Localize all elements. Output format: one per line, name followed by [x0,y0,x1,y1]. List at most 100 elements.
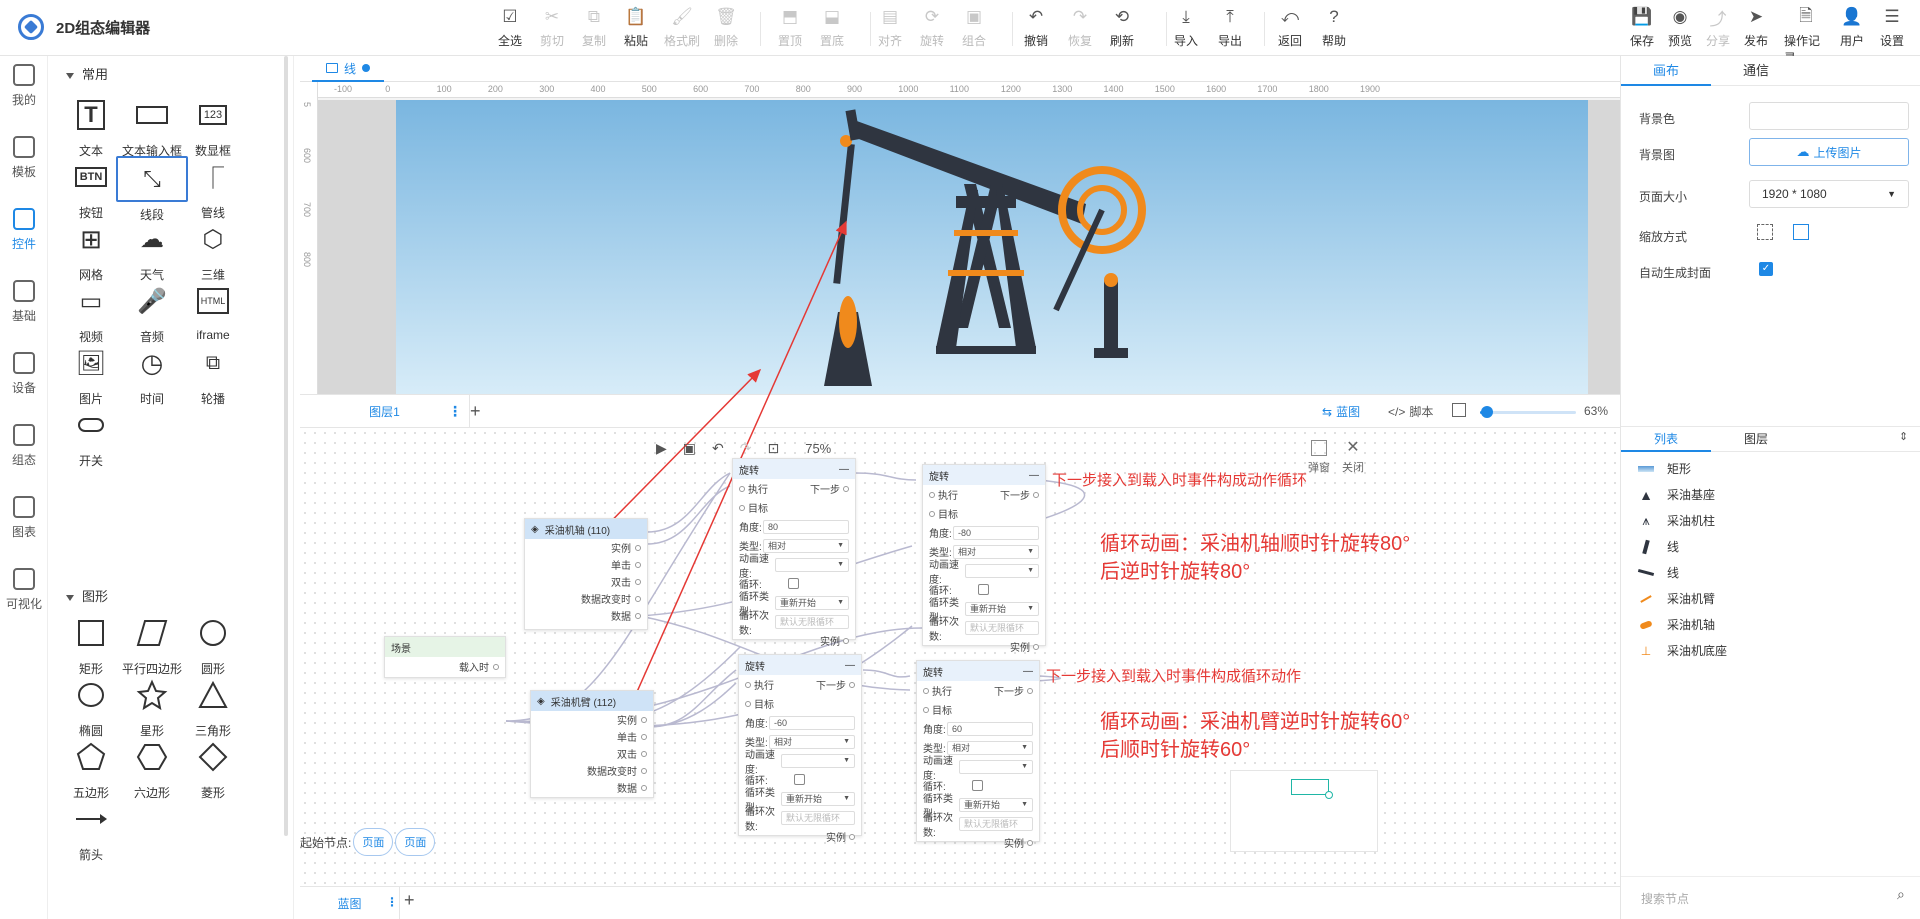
collapse-icon[interactable]: — [1029,470,1039,481]
instance-pin[interactable] [849,833,855,840]
nav-item-0[interactable]: 我的 [0,64,48,108]
loop-type-select[interactable]: 重新开始 ▼ [775,595,849,610]
toolbar-rotate-button[interactable]: ⟳ 旋转 [912,6,952,49]
page-size-select[interactable]: 1920 * 1080 ▼ [1749,180,1909,208]
toolbar-send-bottom-button[interactable]: ⬓ 置底 [812,6,852,49]
toolbar-settings-button[interactable]: ☰ 设置 [1870,6,1914,49]
angle-input[interactable]: -60 [769,715,855,730]
speed-select[interactable]: ▼ [775,557,849,572]
toolbar-copy-button[interactable]: ⧉ 复制 [574,6,614,49]
next-pin[interactable] [843,485,849,492]
target-pin[interactable] [929,510,935,517]
collapse-icon[interactable]: — [1023,666,1033,677]
target-pin[interactable] [745,700,751,707]
type-select[interactable]: 相对 ▼ [953,544,1039,559]
instance-pin[interactable] [1033,643,1039,650]
undo-blueprint-icon[interactable]: ↶ [712,440,724,457]
toolbar-back-button[interactable]: ⤺ 返回 [1270,6,1310,49]
nav-item-2[interactable]: 控件 [0,208,48,252]
toolbar-cut-button[interactable]: ✂ 剪切 [532,6,572,49]
rotate-node-2[interactable]: 旋转 — 执行 下一步 目标 角度: -80 类型: 相对 ▼ 动画速度: ▼ 循环: 循环类型: 重新开始… [922,464,1046,654]
loop-type-select[interactable]: 重新开始 ▼ [965,601,1039,616]
toolbar-help-button[interactable]: ? 帮助 [1314,6,1354,49]
add-blueprint-icon[interactable]: + [404,890,415,911]
output-pin[interactable] [641,784,647,791]
nav-item-7[interactable]: 可视化 [0,568,48,612]
toolbar-undo-button[interactable]: ↶ 撤销 [1016,6,1056,49]
toolbar-group-button[interactable]: ▣ 组合 [954,6,994,49]
output-pin[interactable] [635,578,641,585]
loop-checkbox[interactable] [971,780,983,791]
toolbar-user-button[interactable]: 👤 用户 [1830,6,1874,49]
output-pin[interactable] [635,544,641,551]
node-list-item[interactable]: 采油机臂 [1637,590,1715,607]
tab-canvas[interactable]: 线 [312,56,385,82]
component-switch[interactable]: 开关 [55,404,127,469]
node-list-item[interactable]: 矩形 [1637,460,1691,477]
output-pin[interactable] [641,733,647,740]
node-list-item[interactable]: 采油机轴 [1637,616,1715,633]
next-pin[interactable] [1033,491,1039,498]
node-list-item[interactable]: 线 [1637,538,1679,555]
next-pin[interactable] [1027,687,1033,694]
object-node-axis[interactable]: ◈ 采油机轴 (110) 实例 单击 双击 数据改变时 数据 [524,518,648,630]
loop-type-select[interactable]: 重新开始 ▼ [781,791,855,806]
loop-count-input[interactable]: 默认无限循环 [959,816,1033,831]
shape-diamond[interactable]: 菱形 [177,736,249,801]
loop-count-input[interactable]: 默认无限循环 [781,810,855,825]
sort-icon[interactable]: ⇕ [1899,430,1908,443]
shape-triangle[interactable]: 三角形 [177,674,249,739]
start-pill-1[interactable]: 页面 [353,828,394,856]
output-pin[interactable] [635,612,641,619]
rotate-node-3[interactable]: 旋转 — 执行 下一步 目标 角度: -60 类型: 相对 ▼ 动画速度: ▼ 循环: 循环类型: 重新开始… [738,654,862,844]
toolbar-format-brush-button[interactable]: 🖌 格式刷 [662,6,702,49]
loop-count-input[interactable]: 默认无限循环 [775,614,849,629]
save-blueprint-icon[interactable]: ▣ [683,440,696,457]
rotate-node-1[interactable]: 旋转 — 执行 下一步 目标 角度: 80 类型: 相对 ▼ 动画速度: ▼ 循环: 循环类型: 重新开始 ▼… [732,458,856,648]
component-iframe[interactable]: HTML iframe [177,280,249,342]
output-pin[interactable] [641,716,647,723]
section-shapes[interactable]: 图形 [66,586,108,605]
collapse-icon[interactable]: — [839,464,849,475]
speed-select[interactable]: ▼ [965,563,1039,578]
toolbar-import-button[interactable]: ⤓ 导入 [1166,6,1206,49]
output-pin[interactable] [641,767,647,774]
exec-pin[interactable] [923,687,929,694]
section-common[interactable]: 常用 [66,64,108,83]
toolbar-redo-button[interactable]: ↷ 恢复 [1060,6,1100,49]
scale-fit-icon[interactable] [1757,224,1773,240]
component-number-display[interactable]: 123 数显框 [177,94,249,159]
angle-input[interactable]: 60 [947,721,1033,736]
speed-select[interactable]: ▼ [781,753,855,768]
target-pin[interactable] [923,706,929,713]
blueprint-editor[interactable]: ▶ ▣ ↶ ↷ ⊡ 75% 弹窗 ✕ 关闭 场景 载入时 ◈ 采油机轴 (110) … [300,220,1620,886]
speed-select[interactable]: ▼ [959,759,1033,774]
loop-type-select[interactable]: 重新开始 ▼ [959,797,1033,812]
shape-arrow[interactable]: 箭头 [55,798,127,863]
tab-blueprint[interactable]: 蓝图 [300,887,400,919]
nav-item-3[interactable]: 基础 [0,280,48,324]
close-button[interactable]: ✕ 关闭 [1342,440,1364,475]
angle-input[interactable]: -80 [953,525,1039,540]
toolbar-select-all-button[interactable]: ☑ 全选 [490,6,530,49]
popup-button[interactable]: 弹窗 [1308,440,1330,475]
loop-checkbox[interactable] [793,774,805,785]
play-icon[interactable]: ▶ [656,440,667,457]
node-list-item[interactable]: ▲ 采油基座 [1637,486,1715,503]
minimap-viewport[interactable] [1291,779,1329,795]
nav-item-1[interactable]: 模板 [0,136,48,180]
loop-checkbox[interactable] [977,584,989,595]
node-list-item[interactable]: 线 [1637,564,1679,581]
toolbar-bring-top-button[interactable]: ⬒ 置顶 [770,6,810,49]
redo-blueprint-icon[interactable]: ↷ [740,440,752,457]
tab-layers[interactable]: 图层 [1711,426,1801,452]
minimap[interactable] [1230,770,1378,852]
rotate-node-4[interactable]: 旋转 — 执行 下一步 目标 角度: 60 类型: 相对 ▼ 动画速度: ▼ 循环: 循环类型: 重新开始 ▼… [916,660,1040,850]
output-pin[interactable] [635,595,641,602]
scale-stretch-icon[interactable] [1793,224,1809,240]
nav-item-4[interactable]: 设备 [0,352,48,396]
exec-pin[interactable] [739,485,745,492]
start-pill-2[interactable]: 页面 [395,828,436,856]
node-list-item[interactable]: ⊥ 采油机底座 [1637,642,1727,659]
component-pipeline[interactable]: ⎾ 管线 [177,156,249,221]
